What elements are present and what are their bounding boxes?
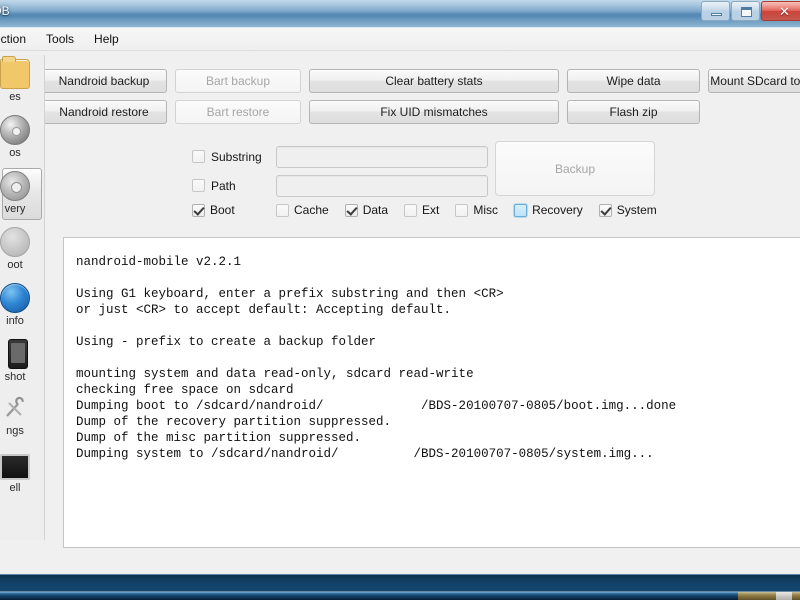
close-button[interactable]: ✕ — [761, 1, 800, 21]
sidebar-label-photos: os — [9, 147, 21, 159]
partition-ext[interactable]: Ext — [404, 203, 439, 217]
taskbar-clock[interactable] — [776, 592, 792, 600]
bart-restore-button[interactable]: Bart restore — [175, 100, 301, 124]
action-button-row-2: Nandroid restore Bart restore Fix UID mi… — [41, 100, 700, 124]
sidebar-item-info[interactable]: info — [0, 279, 44, 335]
gear-icon — [0, 171, 30, 201]
data-checkbox[interactable] — [344, 203, 358, 217]
action-button-row-1: Nandroid backup Bart backup Clear batter… — [41, 69, 800, 93]
phone-icon — [7, 339, 28, 369]
misc-checkbox[interactable] — [455, 203, 469, 217]
ext-checkbox[interactable] — [404, 203, 418, 217]
folder-icon — [0, 56, 30, 89]
sidebar-label-settings: ngs — [6, 425, 24, 437]
sidebar-label-shell: ell — [9, 482, 21, 494]
console-output-text: nandroid-mobile v2.2.1 Using G1 keyboard… — [76, 255, 677, 461]
menu-help[interactable]: Help — [85, 30, 128, 48]
recovery-label: Recovery — [532, 203, 583, 217]
cache-label: Cache — [294, 203, 329, 217]
sidebar-label-reboot: oot — [7, 259, 23, 271]
partition-data[interactable]: Data — [344, 203, 389, 217]
misc-label: Misc — [473, 203, 499, 217]
partition-boot[interactable]: Boot — [192, 203, 276, 217]
screen-root: DB ✕ ection Tools Help Nand — [0, 0, 800, 600]
sidebar-label-recovery: very — [4, 203, 26, 215]
substring-checkbox-wrap[interactable]: Substring — [192, 150, 276, 164]
cache-checkbox[interactable] — [276, 203, 289, 217]
ext-label: Ext — [422, 203, 440, 217]
sidebar-item-recovery[interactable]: very — [0, 167, 44, 223]
path-input[interactable] — [276, 174, 488, 197]
sidebar-item-reboot[interactable]: oot — [0, 223, 44, 279]
flash-zip-button[interactable]: Flash zip — [567, 100, 700, 124]
mount-sdcard-button[interactable]: Mount SDcard to computer — [708, 69, 800, 93]
close-icon: ✕ — [779, 4, 790, 19]
left-sidebar: es os very oot info shot ngs ell — [0, 55, 45, 540]
sidebar-item-screenshot[interactable]: shot — [0, 335, 44, 391]
maximize-icon — [741, 7, 752, 17]
path-label: Path — [211, 178, 236, 193]
boot-label: Boot — [210, 203, 235, 217]
taskbar[interactable] — [0, 591, 800, 600]
sidebar-label-files: es — [9, 91, 21, 103]
power-icon — [0, 227, 30, 257]
sidebar-item-photos[interactable]: os — [0, 111, 44, 167]
application-window: DB ✕ ection Tools Help Nand — [0, 0, 800, 575]
maximize-button[interactable] — [731, 1, 760, 21]
clear-battery-stats-button[interactable]: Clear battery stats — [309, 69, 559, 93]
sidebar-label-screenshot: shot — [4, 371, 26, 383]
nandroid-backup-button[interactable]: Nandroid backup — [41, 69, 167, 93]
partition-system[interactable]: System — [598, 203, 657, 217]
tools-icon — [1, 395, 29, 423]
console-output-panel[interactable]: nandroid-mobile v2.2.1 Using G1 keyboard… — [63, 237, 800, 548]
substring-label: Substring — [211, 149, 262, 164]
menu-tools[interactable]: Tools — [37, 30, 83, 48]
window-title: DB — [0, 4, 10, 18]
partition-checkbox-row: Boot Cache Data Ext Misc Recovery System — [192, 203, 673, 217]
backup-button[interactable]: Backup — [495, 141, 655, 196]
boot-checkbox[interactable] — [192, 203, 205, 217]
minimize-icon — [711, 13, 722, 16]
path-checkbox-wrap[interactable]: Path — [192, 179, 276, 193]
bart-backup-button[interactable]: Bart backup — [175, 69, 301, 93]
system-checkbox[interactable] — [598, 203, 612, 217]
recovery-checkbox[interactable] — [514, 203, 528, 217]
menu-connection[interactable]: ection — [0, 30, 35, 48]
wipe-data-button[interactable]: Wipe data — [567, 69, 700, 93]
terminal-icon — [0, 454, 30, 480]
fix-uid-mismatches-button[interactable]: Fix UID mismatches — [309, 100, 559, 124]
menu-bar: ection Tools Help — [0, 28, 800, 51]
data-label: Data — [362, 203, 389, 217]
sidebar-item-shell[interactable]: ell — [0, 447, 44, 503]
info-icon — [0, 283, 30, 313]
nandroid-restore-button[interactable]: Nandroid restore — [41, 100, 167, 124]
substring-input[interactable] — [276, 145, 488, 168]
window-controls: ✕ — [701, 1, 800, 21]
partition-misc[interactable]: Misc — [455, 203, 498, 217]
partition-cache[interactable]: Cache — [276, 203, 329, 217]
path-checkbox[interactable] — [192, 179, 205, 192]
window-content: Nandroid backup Bart backup Clear batter… — [0, 51, 800, 574]
disc-icon — [0, 115, 30, 145]
sidebar-item-settings[interactable]: ngs — [0, 391, 44, 447]
system-label: System — [616, 203, 657, 217]
title-bar[interactable]: DB ✕ — [0, 0, 800, 28]
substring-checkbox[interactable] — [192, 150, 205, 163]
minimize-button[interactable] — [701, 1, 730, 21]
sidebar-item-files[interactable]: es — [0, 55, 44, 111]
sidebar-label-info: info — [6, 315, 24, 327]
partition-recovery[interactable]: Recovery — [514, 203, 583, 217]
